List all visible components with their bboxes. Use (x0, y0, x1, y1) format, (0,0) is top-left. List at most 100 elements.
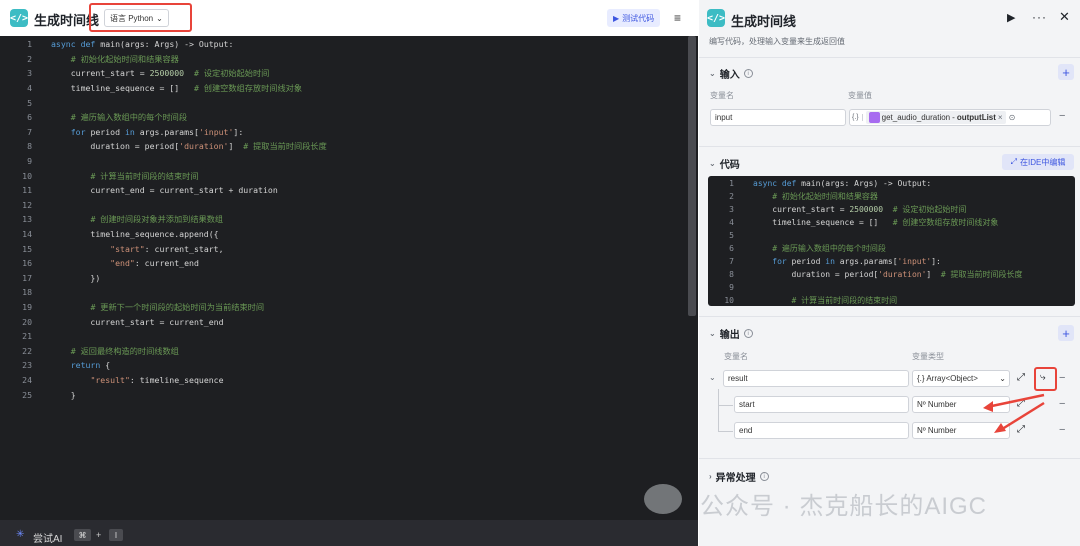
line-number: 2 (729, 192, 734, 201)
code-text: # 初始化起始时间和结果容器 (70, 53, 179, 64)
error-section-title[interactable]: › 异常处理 i (709, 469, 769, 484)
output-result-name[interactable]: result (723, 370, 909, 387)
code-line[interactable]: 22 # 返回最终构造的时间线数组 (0, 344, 686, 359)
info-icon: i (759, 472, 769, 481)
code-area[interactable]: 1 async def main(args: Args) -> Output: 2 … (0, 36, 698, 520)
input-section-title[interactable]: ⌄ 输入 i (709, 66, 753, 81)
key-plus: + (96, 530, 102, 540)
expand-result-icon[interactable]: ⌄ (709, 373, 716, 382)
code-section: ⌄ 代码 ⤢ 在IDE中编辑 1 async def main(args: Arg… (699, 146, 1080, 316)
tree-branch (718, 431, 733, 432)
variable-type-icon: {.} (852, 114, 863, 121)
line-number: 6 (27, 112, 32, 123)
wechat-icon (644, 484, 682, 514)
code-text: # 创建时间段对象并添加到结果数组 (90, 214, 224, 225)
code-section-title[interactable]: ⌄ 代码 (709, 156, 740, 171)
code-text: # 初始化起始时间和结果容器 (772, 192, 878, 201)
code-line[interactable]: 5 (0, 95, 686, 110)
ref-node: get_audio_duration (881, 113, 951, 122)
code-line[interactable]: 23 return { (0, 358, 686, 373)
code-text: # 遍历输入数组中的每个时间段 (772, 244, 886, 253)
code-text: current_end = current_start + duration (51, 185, 278, 196)
code-line[interactable]: 16 "end": current_end (0, 256, 686, 271)
language-select[interactable]: 语言 Python ⌄ (104, 9, 169, 27)
line-number: 9 (27, 156, 32, 167)
output-end-name[interactable]: end (734, 422, 909, 439)
line-number: 3 (729, 205, 734, 214)
code-line[interactable]: 18 (0, 285, 686, 300)
node-description: 编写代码，处理输入变量来生成返回值 (709, 37, 845, 46)
line-number: 7 (27, 126, 32, 137)
line-number: 4 (729, 218, 734, 227)
remove-input-icon[interactable]: − (1059, 110, 1065, 122)
remove-ref-icon[interactable]: × (998, 113, 1003, 122)
preview-line: 4 timeline_sequence = [] # 创建空数组存放时间线对象 (708, 216, 1075, 229)
more-icon[interactable]: ··· (1032, 10, 1047, 24)
code-line[interactable]: 13 # 创建时间段对象并添加到结果数组 (0, 212, 686, 227)
code-text: return { (70, 360, 111, 371)
code-line[interactable]: 17 }) (0, 271, 686, 286)
code-line[interactable]: 9 (0, 154, 686, 169)
expand-icon[interactable]: ⤢ (1017, 372, 1025, 383)
settings-icon[interactable]: ⊙ (1009, 113, 1016, 122)
code-line[interactable]: 19 # 更新下一个时间段的起始时间为当前结束时间 (0, 300, 686, 315)
node-title[interactable]: 生成时间线 (731, 11, 796, 30)
remove-end-icon[interactable]: − (1059, 424, 1065, 436)
input-section-label: 输入 (719, 70, 740, 81)
code-line[interactable]: 24 "result": timeline_sequence (0, 373, 686, 388)
try-ai-button[interactable]: 尝试AI (33, 530, 62, 545)
code-text: duration = period['duration'] # 提取当前时间段长… (753, 270, 1023, 279)
output-start-name[interactable]: start (734, 396, 909, 413)
ref-field: outputList (956, 113, 996, 122)
code-line[interactable]: 6 # 遍历输入数组中的每个时间段 (0, 110, 686, 125)
edit-in-ide-label: 在IDE中编辑 (1020, 157, 1066, 167)
code-line[interactable]: 15 "start": current_start, (0, 241, 686, 256)
code-node-icon: </> (10, 9, 28, 27)
test-code-button[interactable]: ▶ 测试代码 (607, 9, 661, 27)
output-section-title[interactable]: ⌄ 输出 i (709, 326, 753, 341)
line-number: 15 (22, 243, 32, 254)
run-icon[interactable]: ▶ (1007, 11, 1015, 24)
code-line[interactable]: 3 current_start = 2500000 # 设定初始起始时间 (0, 66, 686, 81)
code-text: } (51, 389, 76, 400)
code-line[interactable]: 7 for period in args.params['input']: (0, 125, 686, 140)
editor-scrollbar[interactable] (688, 36, 696, 316)
code-line[interactable]: 8 duration = period['duration'] # 提取当前时间… (0, 139, 686, 154)
line-number: 10 (22, 170, 32, 181)
code-line[interactable]: 4 timeline_sequence = [] # 创建空数组存放时间线对象 (0, 81, 686, 96)
line-number: 18 (22, 287, 32, 298)
line-number: 7 (729, 257, 734, 266)
code-line[interactable]: 2 # 初始化起始时间和结果容器 (0, 52, 686, 67)
line-number: 10 (724, 296, 734, 305)
add-output-button[interactable]: + (1058, 325, 1074, 341)
code-line[interactable]: 20 current_start = current_end (0, 314, 686, 329)
add-child-icon[interactable]: ⤷ (1040, 372, 1046, 383)
col-out-name: 变量名 (724, 352, 748, 361)
code-text: # 计算当前时间段的结束时间 (90, 170, 199, 181)
input-value-field[interactable]: {.} get_audio_duration - outputList × ⊙ (849, 109, 1051, 126)
line-number: 2 (27, 53, 32, 64)
chevron-down-icon: ⌄ (709, 159, 716, 168)
code-line[interactable]: 11 current_end = current_start + duratio… (0, 183, 686, 198)
code-line[interactable]: 10 # 计算当前时间段的结束时间 (0, 168, 686, 183)
code-section-label: 代码 (719, 160, 740, 171)
edit-in-ide-button[interactable]: ⤢ 在IDE中编辑 (1002, 154, 1074, 170)
info-icon: i (743, 69, 753, 78)
code-line[interactable]: 25 } (0, 387, 686, 402)
add-input-button[interactable]: + (1058, 64, 1074, 80)
collapse-menu-icon[interactable]: ≡ (674, 11, 681, 25)
code-line[interactable]: 1 async def main(args: Args) -> Output: (0, 37, 686, 52)
error-section-label: 异常处理 (715, 473, 756, 484)
code-line[interactable]: 21 (0, 329, 686, 344)
code-preview[interactable]: 1 async def main(args: Args) -> Output: 2 … (708, 176, 1075, 306)
col-var-value: 变量值 (848, 91, 872, 100)
remove-start-icon[interactable]: − (1059, 398, 1065, 410)
input-name-field[interactable]: input (710, 109, 846, 126)
line-number: 8 (27, 141, 32, 152)
code-line[interactable]: 14 timeline_sequence.append({ (0, 227, 686, 242)
close-icon[interactable]: ✕ (1059, 9, 1070, 25)
remove-output-icon[interactable]: − (1059, 372, 1065, 384)
code-text: current_start = current_end (51, 316, 224, 327)
chevron-right-icon: › (709, 472, 712, 481)
code-line[interactable]: 12 (0, 198, 686, 213)
